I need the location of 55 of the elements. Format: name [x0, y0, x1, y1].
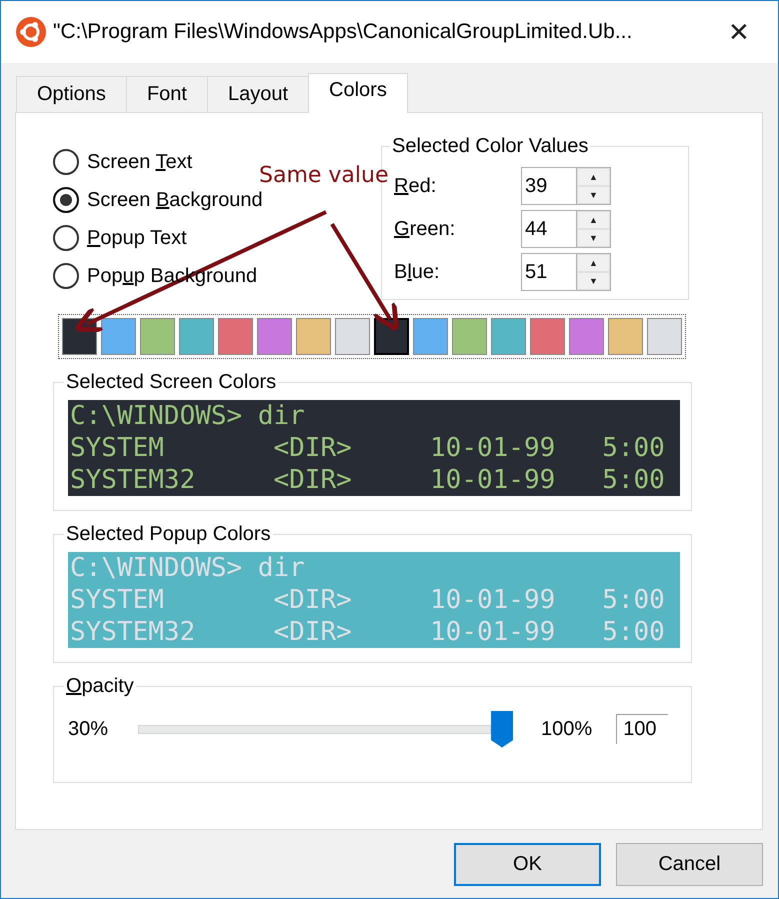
color-swatch[interactable] — [452, 318, 487, 355]
slider-thumb[interactable] — [491, 710, 514, 748]
spin-down-button[interactable]: ▼ — [577, 229, 610, 247]
radio-label[interactable]: Popup Text — [87, 226, 187, 250]
color-swatch[interactable] — [413, 318, 448, 355]
color-swatch[interactable] — [647, 318, 682, 355]
color-swatch[interactable] — [569, 318, 604, 355]
spin-up-button[interactable]: ▲ — [577, 254, 610, 272]
group-title: Selected Popup Colors — [65, 523, 272, 546]
console-line: SYSTEM <DIR> 10-01-99 5:00 — [70, 432, 666, 464]
console-line: SYSTEM32 <DIR> 10-01-99 5:00 — [70, 616, 666, 648]
color-swatch[interactable] — [296, 318, 331, 355]
console-line: C:\WINDOWS> dir — [70, 552, 306, 584]
color-swatch[interactable] — [218, 318, 253, 355]
annotation-text: Same value — [259, 163, 388, 188]
radio-button[interactable] — [53, 187, 79, 213]
console-line: C:\WINDOWS> dir — [70, 400, 306, 432]
min-label: 30% — [68, 718, 108, 740]
radio-button[interactable] — [53, 149, 79, 175]
window-title: "C:\Program Files\WindowsApps\CanonicalGroupLimited.Ub... — [53, 20, 634, 44]
console-line: SYSTEM <DIR> 10-01-99 5:00 — [70, 584, 666, 616]
ok-button[interactable]: OK — [454, 843, 601, 886]
color-swatch[interactable] — [335, 318, 370, 355]
group-title: Selected Screen Colors — [65, 371, 278, 394]
spin-down-button[interactable]: ▼ — [577, 272, 610, 290]
tab[interactable]: Options — [16, 76, 127, 112]
color-swatch[interactable] — [257, 318, 292, 355]
color-swatch[interactable] — [140, 318, 175, 355]
color-swatch[interactable] — [179, 318, 214, 355]
spin-down-button[interactable]: ▼ — [577, 186, 610, 204]
color-swatch[interactable] — [608, 318, 643, 355]
field-label: Green: — [394, 218, 456, 240]
number-field[interactable]: 44 — [521, 210, 577, 248]
field-label: Red: — [394, 174, 438, 198]
spin-up-button[interactable]: ▲ — [577, 168, 610, 186]
color-swatch[interactable] — [101, 318, 136, 355]
color-swatch[interactable] — [530, 318, 565, 355]
cancel-button[interactable]: Cancel — [616, 843, 763, 886]
app-icon — [15, 16, 47, 48]
group-title: Opacity — [65, 675, 135, 698]
radio-button[interactable] — [53, 225, 79, 251]
console-line: SYSTEM32 <DIR> 10-01-99 5:00 — [70, 464, 666, 496]
tab[interactable]: Colors — [308, 73, 408, 113]
group-title: Selected Color Values — [391, 135, 590, 158]
number-field[interactable]: 51 — [521, 253, 577, 291]
radio-button[interactable] — [53, 263, 79, 289]
radio-label[interactable]: Screen Text — [87, 150, 192, 174]
spin-up-button[interactable]: ▲ — [577, 211, 610, 229]
number-field[interactable]: 39 — [521, 167, 577, 205]
radio-label[interactable]: Screen Background — [87, 188, 263, 212]
value-field[interactable]: 100 — [616, 714, 668, 744]
max-label: 100% — [541, 718, 592, 740]
close-button[interactable]: ✕ — [714, 7, 764, 57]
field-label: Blue: — [394, 260, 441, 284]
color-swatch[interactable] — [491, 318, 526, 355]
